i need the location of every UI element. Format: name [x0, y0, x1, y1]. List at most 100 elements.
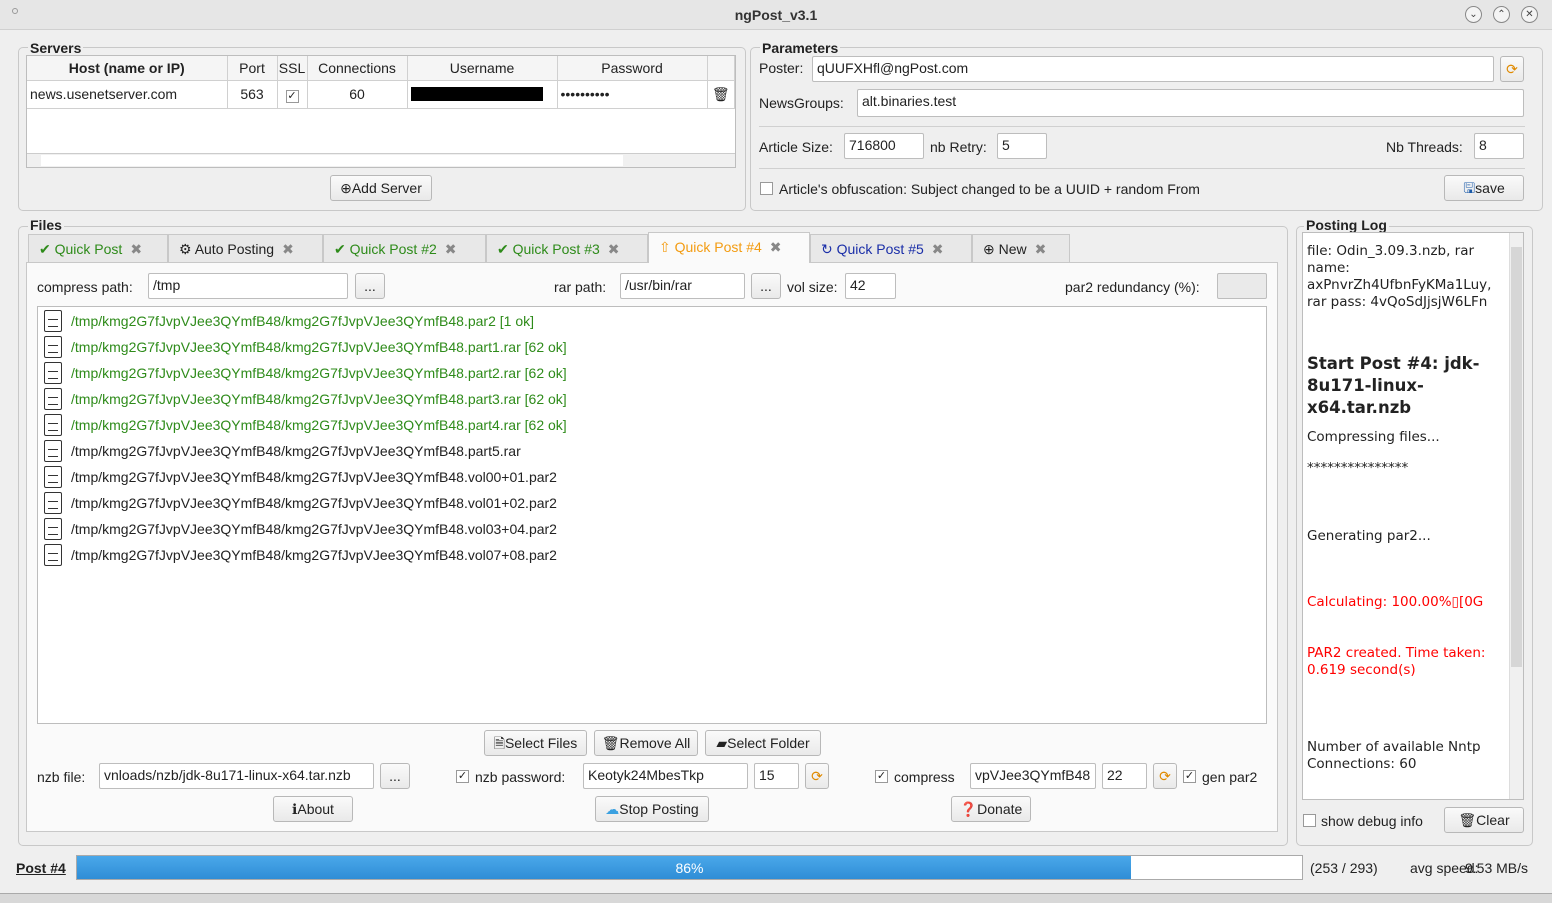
close-button[interactable]: ✕ — [1521, 6, 1538, 23]
generate-rar-name-button[interactable]: ⟳ — [1153, 763, 1177, 789]
close-tab-icon[interactable]: ✖ — [932, 241, 944, 257]
close-tab-icon[interactable]: ✖ — [130, 241, 142, 257]
browse-nzb-button[interactable]: ... — [380, 763, 410, 789]
browse-compress-button[interactable]: ... — [355, 273, 385, 299]
file-item[interactable]: /tmp/kmg2G7fJvpVJee3QYmfB48/kmg2G7fJvpVJ… — [44, 360, 567, 386]
browse-rar-button[interactable]: ... — [751, 273, 781, 299]
log-text[interactable]: file: Odin_3.09.3.nzb, rar name: axPnvrZ… — [1302, 232, 1524, 800]
tab-auto-posting[interactable]: ⚙ Auto Posting ✖ — [168, 234, 323, 262]
password-length-spinner[interactable]: 15 — [754, 763, 799, 789]
col-port[interactable]: Port — [227, 56, 278, 81]
file-icon — [44, 414, 62, 436]
newsgroups-input[interactable]: alt.binaries.test — [857, 89, 1524, 117]
save-icon: 🖫 — [1463, 180, 1476, 196]
close-tab-icon[interactable]: ✖ — [445, 241, 457, 257]
col-connections[interactable]: Connections — [307, 56, 408, 81]
close-tab-icon[interactable]: ✖ — [770, 239, 782, 255]
select-folder-button[interactable]: ▰Select Folder — [705, 730, 821, 756]
tab-quick-post-2[interactable]: ✔ Quick Post #2 ✖ — [323, 234, 486, 262]
par2-redundancy-label: par2 redundancy (%): — [1065, 279, 1200, 295]
poster-input[interactable]: qUUFXHfl@ngPost.com — [812, 56, 1494, 82]
refresh-icon: ⟳ — [811, 768, 823, 784]
log-line: PAR2 created. Time taken: 0.619 second(s… — [1307, 645, 1486, 678]
file-item[interactable]: /tmp/kmg2G7fJvpVJee3QYmfB48/kmg2G7fJvpVJ… — [44, 334, 567, 360]
about-button[interactable]: ℹAbout — [273, 796, 353, 822]
close-tab-icon[interactable]: ✖ — [608, 241, 620, 257]
nzb-password-input[interactable]: Keotyk24MbesTkp — [583, 763, 748, 789]
file-item[interactable]: /tmp/kmg2G7fJvpVJee3QYmfB48/kmg2G7fJvpVJ… — [44, 464, 557, 490]
file-item[interactable]: /tmp/kmg2G7fJvpVJee3QYmfB48/kmg2G7fJvpVJ… — [44, 412, 567, 438]
compress-path-input[interactable]: /tmp — [148, 273, 348, 299]
delete-server-button[interactable]: 🗑 — [707, 80, 735, 109]
trash-icon: 🗑 — [601, 735, 620, 751]
nzb-file-input[interactable]: vnloads/nzb/jdk-8u171-linux-x64.tar.nzb — [99, 763, 374, 789]
file-icon — [44, 518, 62, 540]
tab-quick-post-4[interactable]: ⇧ Quick Post #4 ✖ — [648, 232, 810, 263]
vol-size-input[interactable]: 42 — [845, 273, 896, 299]
col-password[interactable]: Password — [557, 56, 708, 81]
file-name: /tmp/kmg2G7fJvpVJee3QYmfB48/kmg2G7fJvpVJ… — [71, 495, 557, 511]
nb-threads-input[interactable]: 8 — [1474, 133, 1524, 159]
col-host[interactable]: Host (name or IP) — [27, 56, 228, 81]
log-scrollbar[interactable] — [1509, 233, 1523, 799]
donate-button[interactable]: ❓Donate — [951, 796, 1031, 822]
generate-poster-button[interactable]: ⟳ — [1500, 56, 1524, 82]
divider — [759, 168, 1525, 169]
file-item[interactable]: /tmp/kmg2G7fJvpVJee3QYmfB48/kmg2G7fJvpVJ… — [44, 438, 521, 464]
nb-threads-label: Nb Threads: — [1386, 139, 1463, 155]
rar-length-spinner[interactable]: 22 — [1102, 763, 1147, 789]
log-line: *************** — [1307, 460, 1409, 476]
article-size-input[interactable]: 716800 — [844, 133, 924, 159]
horizontal-scrollbar[interactable] — [27, 153, 735, 167]
par2-redundancy-input[interactable] — [1217, 273, 1267, 299]
server-password[interactable]: •••••••••• — [557, 80, 708, 109]
save-button[interactable]: 🖫save — [1444, 175, 1524, 201]
tab-quick-post-3[interactable]: ✔ Quick Post #3 ✖ — [486, 234, 648, 262]
server-port[interactable]: 563 — [227, 80, 278, 109]
close-tab-icon[interactable]: ✖ — [282, 241, 294, 257]
add-server-button[interactable]: ⊕Add Server — [330, 175, 432, 201]
log-line: file: Odin_3.09.3.nzb, rar name: axPnvrZ… — [1307, 243, 1492, 310]
server-row[interactable]: news.usenetserver.com 563 ✓ 60 •••••••••… — [27, 80, 735, 109]
close-tab-icon[interactable]: ✖ — [1035, 241, 1047, 257]
file-icon — [44, 310, 62, 332]
tab-new[interactable]: ⊕ New ✖ — [972, 234, 1070, 262]
compress-checkbox[interactable]: ✓ — [875, 770, 888, 783]
tab-label: New — [998, 241, 1027, 257]
remove-all-button[interactable]: 🗑Remove All — [594, 730, 698, 756]
servers-label: Servers — [28, 40, 84, 56]
tab-quick-post-5[interactable]: ↻ Quick Post #5 ✖ — [810, 234, 972, 262]
nb-retry-input[interactable]: 5 — [997, 133, 1047, 159]
obfuscation-checkbox[interactable] — [760, 182, 773, 195]
check-circle-icon: ✔ — [497, 241, 509, 257]
stop-posting-button[interactable]: ☁Stop Posting — [595, 796, 709, 822]
clear-log-button[interactable]: 🗑Clear — [1444, 807, 1524, 833]
file-item[interactable]: /tmp/kmg2G7fJvpVJee3QYmfB48/kmg2G7fJvpVJ… — [44, 516, 557, 542]
col-ssl[interactable]: SSL — [277, 56, 308, 81]
server-host[interactable]: news.usenetserver.com — [27, 80, 228, 109]
generate-password-button[interactable]: ⟳ — [805, 763, 829, 789]
file-item[interactable]: /tmp/kmg2G7fJvpVJee3QYmfB48/kmg2G7fJvpVJ… — [44, 308, 534, 334]
rar-name-input[interactable]: vpVJee3QYmfB48 — [970, 763, 1096, 789]
vol-size-label: vol size: — [787, 279, 838, 295]
file-item[interactable]: /tmp/kmg2G7fJvpVJee3QYmfB48/kmg2G7fJvpVJ… — [44, 490, 557, 516]
select-files-button[interactable]: 🗎Select Files — [484, 730, 587, 756]
gen-par2-checkbox[interactable]: ✓ — [1183, 770, 1196, 783]
file-item[interactable]: /tmp/kmg2G7fJvpVJee3QYmfB48/kmg2G7fJvpVJ… — [44, 542, 557, 568]
nzb-password-checkbox[interactable]: ✓ — [456, 770, 469, 783]
rar-path-input[interactable]: /usr/bin/rar — [620, 273, 745, 299]
newsgroups-label: NewsGroups: — [759, 95, 844, 111]
minimize-button[interactable]: ⌄ — [1465, 6, 1482, 23]
file-name: /tmp/kmg2G7fJvpVJee3QYmfB48/kmg2G7fJvpVJ… — [71, 521, 557, 537]
col-username[interactable]: Username — [407, 56, 558, 81]
refresh-icon: ↻ — [821, 241, 833, 257]
post-link[interactable]: Post #4 — [16, 860, 66, 876]
tab-quick-post[interactable]: ✔ Quick Post ✖ — [28, 234, 168, 262]
maximize-button[interactable]: ⌃ — [1493, 6, 1510, 23]
show-debug-checkbox[interactable] — [1303, 814, 1316, 827]
rar-path-label: rar path: — [554, 279, 607, 295]
server-connections[interactable]: 60 — [307, 80, 408, 109]
server-username[interactable] — [407, 80, 558, 109]
file-item[interactable]: /tmp/kmg2G7fJvpVJee3QYmfB48/kmg2G7fJvpVJ… — [44, 386, 567, 412]
server-ssl-checkbox[interactable]: ✓ — [285, 89, 299, 103]
